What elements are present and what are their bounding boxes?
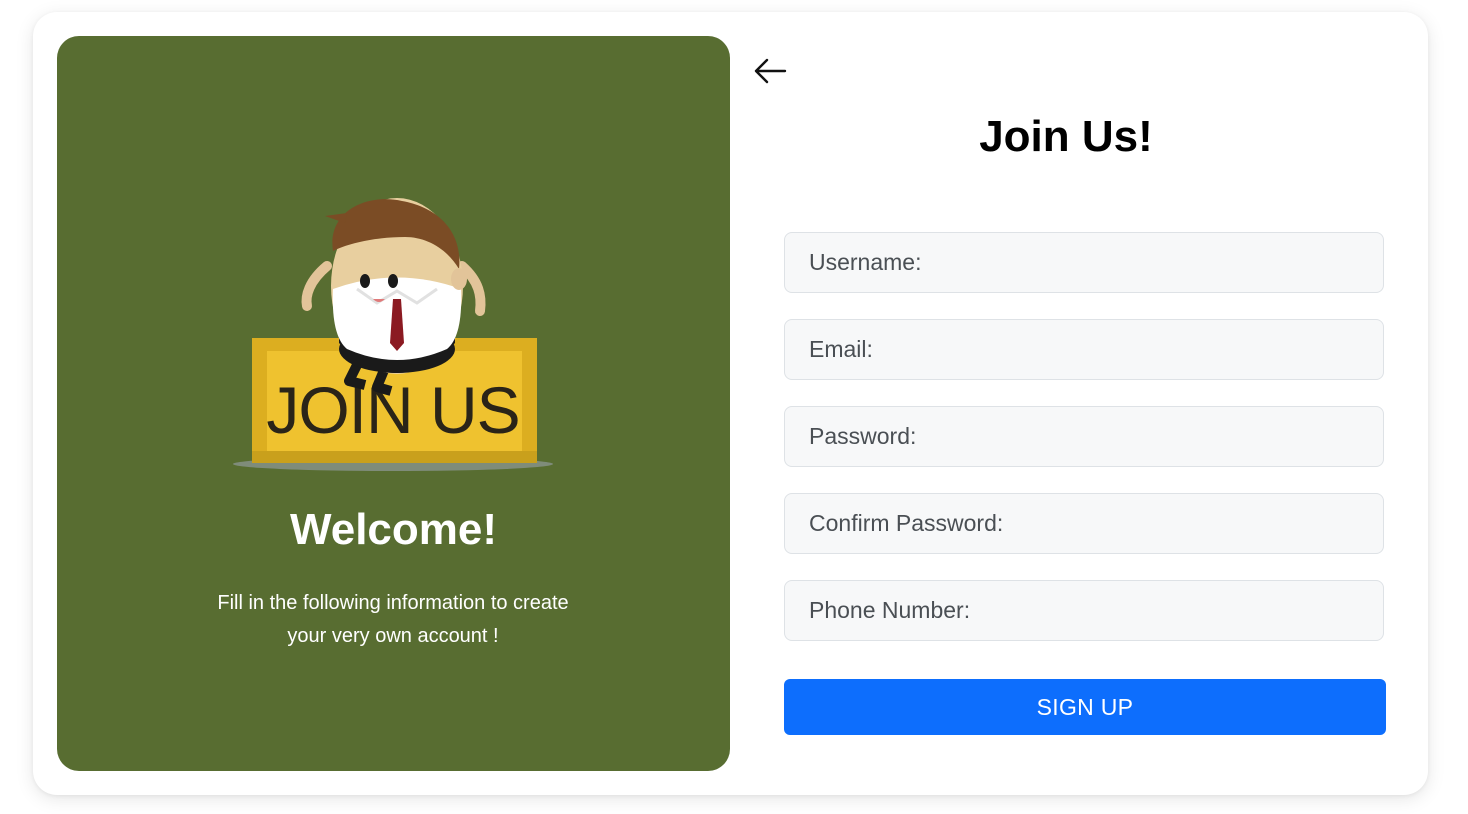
welcome-message: Fill in the following information to cre…: [193, 587, 593, 653]
sign-up-button[interactable]: SIGN UP: [784, 679, 1386, 735]
welcome-message-line-1: Fill in the following information to cre…: [217, 592, 569, 614]
welcome-panel: JOIN US Welcome! Fill in the following i…: [57, 36, 730, 771]
form-title: Join Us!: [979, 112, 1153, 161]
sign-text: JOIN US: [266, 373, 519, 447]
signup-card: JOIN US Welcome! Fill in the following i…: [33, 12, 1428, 795]
back-button[interactable]: [752, 53, 792, 89]
phone-number-input[interactable]: [784, 580, 1384, 641]
welcome-title: Welcome!: [289, 505, 498, 554]
username-input[interactable]: [784, 232, 1384, 293]
password-input[interactable]: [784, 406, 1384, 467]
welcome-message-line-2: your very own account !: [287, 625, 499, 647]
arrow-left-icon: [754, 58, 787, 84]
join-us-illustration: JOIN US: [233, 198, 553, 471]
email-input[interactable]: [784, 319, 1384, 380]
confirm-password-input[interactable]: [784, 493, 1384, 554]
